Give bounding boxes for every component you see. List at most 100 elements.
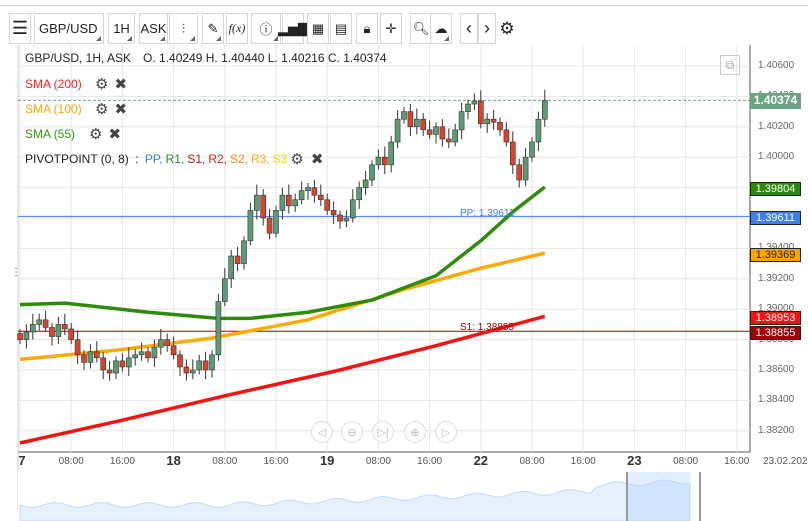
candle-body	[273, 210, 279, 234]
candle-body	[305, 187, 311, 191]
candle-body	[401, 111, 407, 120]
y-tick-label: 1.38600	[758, 364, 795, 375]
y-tick-label: 1.40600	[758, 60, 795, 71]
zoom-in-icon: ⊕	[410, 426, 420, 439]
candle-body	[407, 111, 414, 128]
zoom-out-button[interactable]: ⊖	[341, 421, 363, 443]
gear-icon[interactable]: ⚙	[95, 75, 108, 93]
close-icon[interactable]: ✖	[114, 100, 127, 118]
triangle-right-icon: ▷	[441, 426, 451, 439]
candle-body	[42, 319, 49, 328]
indicator-label: SMA (200)	[25, 77, 82, 91]
close-icon[interactable]: ✖	[108, 125, 121, 143]
candle-body	[330, 210, 337, 216]
candle-body	[477, 100, 484, 125]
x-tick-label: 08:00	[58, 456, 84, 467]
gear-icon[interactable]: ⚙	[95, 100, 108, 118]
x-tick-label: 18	[166, 453, 181, 468]
candle-body	[170, 345, 177, 356]
candle-body	[254, 194, 260, 211]
pivot-level-label: S1,	[187, 152, 206, 166]
candle-body	[61, 324, 68, 330]
candle-body	[458, 111, 465, 131]
popout-icon: ⧉	[725, 58, 735, 72]
x-tick-label: 08:00	[673, 456, 699, 467]
candle-body	[132, 354, 138, 359]
scroll-right-button[interactable]: ▷	[435, 421, 457, 443]
last-price-label: 1.40374	[750, 93, 801, 109]
indicator-sma200: SMA (200) ⚙ ✖	[25, 75, 127, 93]
candle-body	[356, 187, 363, 201]
candle-body	[164, 339, 170, 346]
candle-body	[490, 118, 497, 123]
ohlc-values: O. 1.40249 H. 1.40440 L. 1.40216 C. 1.40…	[143, 51, 387, 65]
candle-body	[445, 138, 452, 143]
candle-body	[29, 324, 36, 333]
x-tick-label: 08:00	[365, 456, 391, 467]
candle-body	[183, 366, 190, 374]
candle-body	[113, 360, 119, 374]
x-tick-label: 16:00	[109, 456, 135, 467]
skip-end-icon: ▷|	[377, 426, 389, 439]
gear-icon[interactable]: ⚙	[290, 150, 303, 168]
candle-body	[145, 351, 151, 359]
x-tick-label: 16:00	[263, 456, 289, 467]
y-tick-label: 1.38200	[758, 424, 795, 436]
candle-body	[177, 354, 183, 368]
x-tick-label: 16:00	[724, 456, 750, 467]
candle-body	[349, 199, 356, 219]
candle-body	[74, 339, 81, 356]
chart-title: GBP/USD, 1H, ASK	[25, 51, 132, 65]
scroll-left-button[interactable]: ◁	[311, 421, 333, 443]
candle-body	[126, 357, 132, 368]
s1-price-label: 1.38855	[750, 326, 801, 340]
candle-body	[298, 190, 305, 201]
pivot-level-label: S3	[272, 152, 288, 166]
candle-body	[23, 331, 30, 340]
candle-body	[452, 129, 459, 143]
candle-body	[394, 118, 401, 143]
candle-body	[503, 129, 510, 143]
candle-body	[509, 141, 516, 166]
candle-body	[119, 360, 126, 368]
s1-line-label: S1: 1.38855	[460, 322, 514, 333]
candle-body	[266, 217, 273, 234]
x-tick-label: 7	[18, 453, 26, 468]
x-tick-label: 08:00	[519, 456, 545, 467]
pivot-level-label: S2,	[230, 152, 249, 166]
candle-body	[324, 199, 331, 211]
candle-body	[151, 346, 158, 359]
candle-body	[420, 118, 427, 131]
candle-body	[362, 179, 369, 188]
indicator-label: SMA (100)	[25, 102, 82, 116]
gear-icon[interactable]: ⚙	[89, 125, 102, 143]
candle-body	[17, 333, 23, 340]
candle-body	[522, 156, 529, 181]
pp-line-label: PP: 1.39611	[460, 208, 515, 219]
go-to-end-button[interactable]: ▷|	[372, 421, 394, 443]
navigator-selection	[627, 472, 690, 521]
candle-body	[541, 100, 548, 120]
x-tick-label: 19	[319, 453, 335, 468]
close-icon[interactable]: ✖	[311, 150, 324, 168]
pivot-level-label: R2,	[208, 152, 228, 166]
candle-body	[285, 194, 292, 207]
resize-handle[interactable]: ⋮	[11, 268, 21, 290]
y-tick-label: 1.39200	[758, 272, 795, 284]
candle-body	[49, 327, 55, 337]
indicator-sma100: SMA (100) ⚙ ✖	[25, 100, 127, 118]
candle-body	[516, 164, 523, 181]
close-icon[interactable]: ✖	[114, 75, 127, 93]
candle-body	[36, 319, 43, 325]
candle-body	[497, 121, 503, 131]
y-tick-label: 1.40000	[758, 151, 795, 163]
candle-body	[433, 126, 439, 135]
candle-body	[241, 240, 247, 264]
candle-body	[190, 369, 196, 374]
candle-body	[247, 210, 254, 242]
zoom-in-button[interactable]: ⊕	[404, 421, 426, 443]
triangle-left-icon: ◁	[317, 426, 327, 439]
popout-button[interactable]: ⧉	[720, 55, 740, 75]
pp-price-label: 1.39611	[750, 211, 801, 225]
candle-body	[228, 255, 234, 280]
